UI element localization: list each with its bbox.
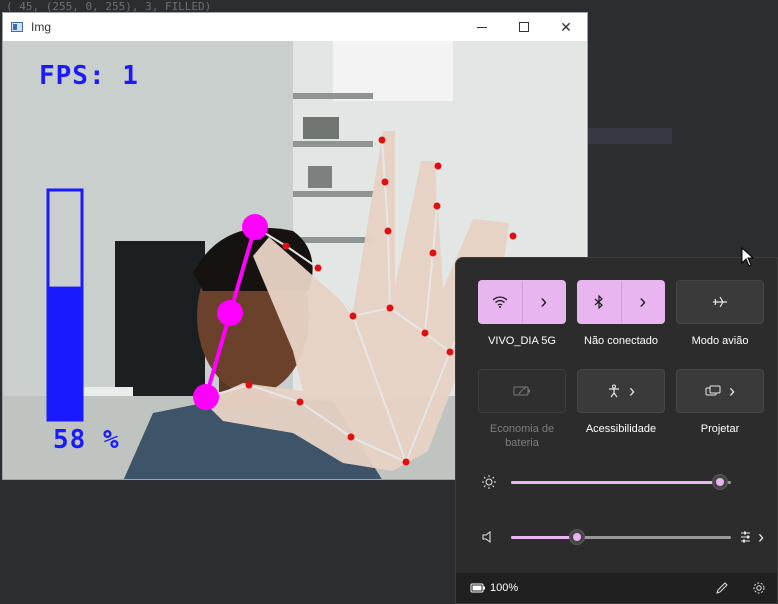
project-tile[interactable]: › <box>676 369 764 413</box>
pinch-midpoint-marker <box>217 300 243 326</box>
battery-percent: 100% <box>490 582 519 594</box>
close-button[interactable]: ✕ <box>545 13 587 41</box>
gear-icon <box>753 582 765 594</box>
battery-saver-tile[interactable] <box>478 369 566 413</box>
brightness-row <box>478 472 768 492</box>
bluetooth-expand-button[interactable]: › <box>622 281 665 323</box>
bluetooth-toggle[interactable] <box>578 281 621 323</box>
brightness-slider-thumb[interactable] <box>712 474 728 490</box>
quick-settings-footer: 100% <box>456 573 777 603</box>
airplane-mode-label: Modo avião <box>691 335 749 347</box>
speaker-icon[interactable] <box>478 527 500 547</box>
battery-saver-label-line2: bateria <box>505 437 539 449</box>
index-tip-marker <box>242 214 268 240</box>
mixer-icon <box>741 531 750 543</box>
maximize-button[interactable] <box>503 13 545 41</box>
brightness-icon <box>478 472 500 492</box>
settings-button[interactable] <box>750 579 768 597</box>
battery-icon <box>470 583 485 593</box>
wifi-tile[interactable]: › <box>478 280 566 324</box>
thumb-tip-marker <box>193 384 219 410</box>
volume-bar-fill <box>48 286 82 420</box>
volume-percent-text: 58 % <box>53 425 120 455</box>
project-label: Projetar <box>700 423 740 435</box>
wifi-toggle[interactable] <box>479 281 522 323</box>
project-icon <box>705 385 721 396</box>
minimize-button[interactable] <box>461 13 503 41</box>
brightness-slider[interactable] <box>511 474 731 490</box>
battery-button[interactable]: 100% <box>470 582 518 594</box>
brightness-slider-fill <box>511 481 720 484</box>
fps-counter: FPS: 1 <box>39 61 139 91</box>
airplane-icon <box>713 296 727 308</box>
volume-slider[interactable] <box>511 529 731 545</box>
wifi-label: VIVO_DIA 5G <box>488 335 556 347</box>
app-icon <box>11 22 23 32</box>
volume-slider-fill <box>511 536 577 539</box>
project-chevron: › <box>729 380 735 401</box>
quick-settings-panel: › VIVO_DIA 5G › Não conectado Modo avião… <box>455 257 778 604</box>
bluetooth-tile[interactable]: › <box>577 280 665 324</box>
mouse-cursor <box>741 247 755 267</box>
battery-saver-label-line1: Economia de <box>489 423 555 435</box>
editor-highlight <box>588 128 672 144</box>
window-titlebar[interactable]: Img ✕ <box>3 13 587 41</box>
volume-row: › <box>478 527 768 547</box>
battery-saver-label: Economia de bateria <box>472 422 572 450</box>
bluetooth-icon <box>594 295 604 309</box>
close-icon: ✕ <box>560 18 572 35</box>
wifi-icon <box>492 296 508 308</box>
volume-mixer-button[interactable]: › <box>740 527 764 547</box>
accessibility-chevron: › <box>629 380 635 401</box>
wifi-expand-button[interactable]: › <box>523 281 566 323</box>
volume-slider-thumb[interactable] <box>569 529 585 545</box>
bluetooth-label: Não conectado <box>584 335 658 347</box>
airplane-mode-tile[interactable] <box>676 280 764 324</box>
battery-saver-icon <box>513 386 530 396</box>
accessibility-tile[interactable]: › <box>577 369 665 413</box>
accessibility-label: Acessibilidade <box>585 423 657 435</box>
pencil-icon <box>716 582 728 594</box>
accessibility-icon <box>609 384 619 398</box>
edit-quick-settings-button[interactable] <box>713 579 731 597</box>
mixer-chevron: › <box>758 526 764 547</box>
window-title: Img <box>31 20 52 34</box>
window-controls: ✕ <box>461 13 587 41</box>
minimize-icon <box>477 26 487 28</box>
maximize-icon <box>519 22 529 32</box>
